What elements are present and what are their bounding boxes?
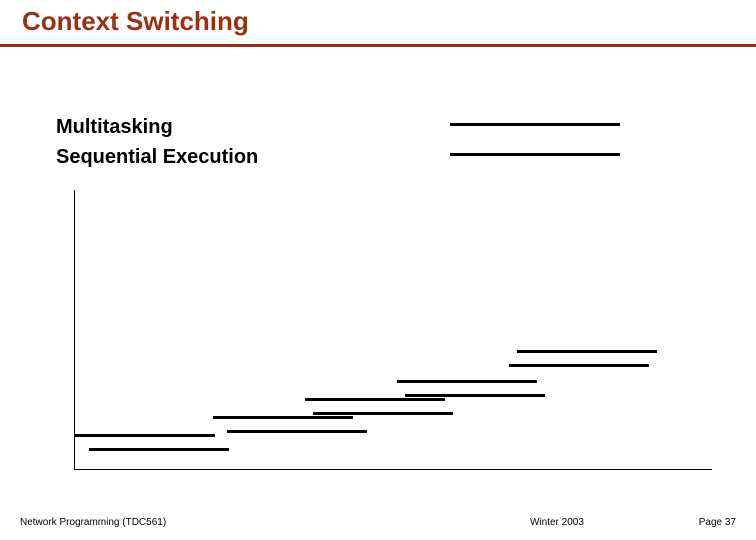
segment-Multi C — [313, 412, 453, 415]
segment-Seq E — [517, 350, 657, 353]
slide-title: Context Switching — [22, 6, 249, 37]
segment-Seq A — [75, 434, 215, 437]
slide: Context Switching Multitasking Sequentia… — [0, 0, 756, 540]
segment-Multi E — [509, 364, 649, 367]
footer-right: Page 37 — [699, 517, 736, 528]
timeline-chart — [74, 190, 712, 470]
segment-Seq D — [397, 380, 537, 383]
footer-left: Network Programming (TDC561) — [20, 517, 166, 528]
segment-Multi A — [89, 448, 229, 451]
title-underline — [0, 44, 756, 47]
legend-line-0 — [450, 123, 620, 126]
segment-Seq C — [305, 398, 445, 401]
label-sequential: Sequential Execution — [56, 146, 258, 169]
segment-Multi D — [405, 394, 545, 397]
segment-Multi B — [227, 430, 367, 433]
legend-line-1 — [450, 153, 620, 156]
segment-Seq B — [213, 416, 353, 419]
label-multitasking: Multitasking — [56, 116, 173, 139]
footer-mid: Winter 2003 — [530, 517, 584, 528]
